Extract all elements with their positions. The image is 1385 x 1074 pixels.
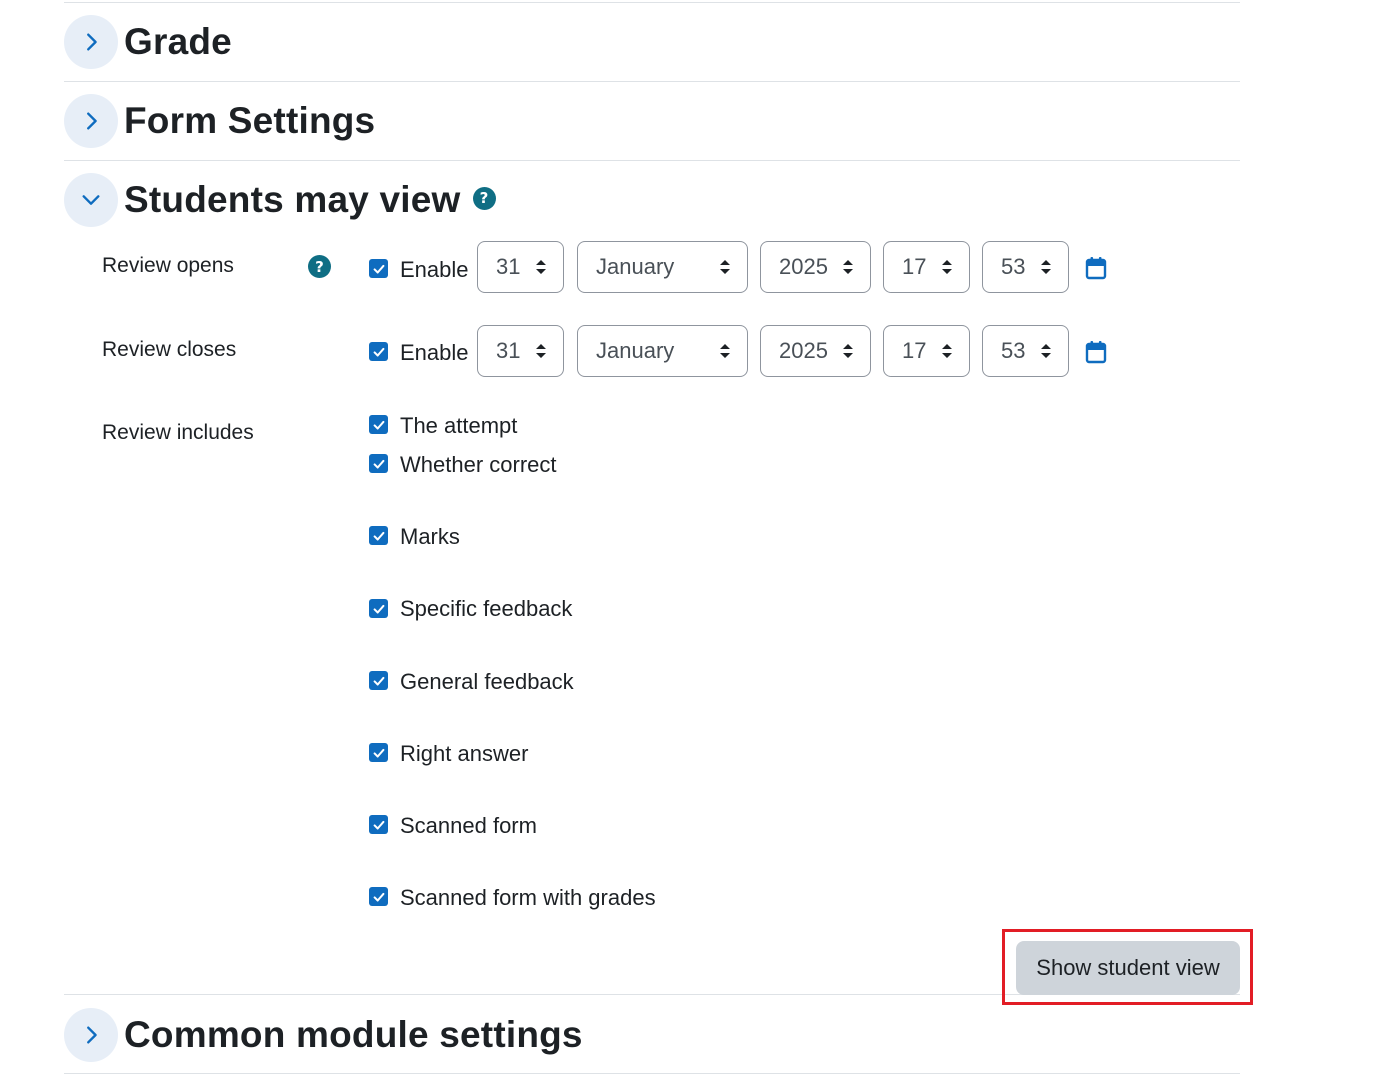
review-opens-year-select[interactable]: 2025: [760, 241, 871, 293]
collapse-toggle[interactable]: [64, 173, 118, 227]
review-closes-year-select[interactable]: 2025: [760, 325, 871, 377]
section-title: Grade: [124, 21, 232, 62]
review-closes-label: Review closes: [102, 338, 237, 361]
review-option-label: General feedback: [400, 669, 574, 694]
review-option-label: Scanned form: [400, 813, 537, 838]
review-option-label: Whether correct: [400, 452, 557, 477]
select-value: 2025: [779, 338, 828, 363]
enable-label: Enable: [400, 257, 469, 282]
sort-arrows-icon: [720, 344, 730, 358]
review-opens-month-select[interactable]: January: [577, 241, 748, 293]
check-icon: [373, 820, 384, 830]
expand-toggle[interactable]: [64, 94, 118, 148]
section-title: Common module settings: [124, 1014, 583, 1055]
check-icon: [373, 347, 384, 357]
review-option-label: Right answer: [400, 741, 529, 766]
check-icon: [373, 604, 384, 614]
review-closes-month-select[interactable]: January: [577, 325, 748, 377]
review-option-checkbox[interactable]: [369, 415, 388, 434]
review-option-label: Scanned form with grades: [400, 885, 656, 910]
section-header-grade[interactable]: Grade: [64, 14, 232, 70]
select-value: 53: [1001, 338, 1026, 363]
sort-arrows-icon: [843, 260, 853, 274]
section-title: Students may view: [124, 179, 461, 220]
help-icon[interactable]: ?: [472, 186, 496, 210]
enable-label: Enable: [400, 340, 469, 365]
select-value: 53: [1001, 254, 1026, 279]
check-icon: [373, 748, 384, 758]
divider: [64, 2, 1240, 3]
check-icon: [373, 676, 384, 686]
review-opens-hour-select[interactable]: 17: [883, 241, 970, 293]
review-option-label: Marks: [400, 524, 460, 549]
review-option-checkbox[interactable]: [369, 887, 388, 906]
review-option-checkbox[interactable]: [369, 815, 388, 834]
check-icon: [373, 264, 384, 274]
review-option-checkbox[interactable]: [369, 454, 388, 473]
section-title: Form Settings: [124, 100, 376, 141]
select-value: 17: [902, 254, 927, 279]
check-icon: [373, 892, 384, 902]
review-closes-hour-select[interactable]: 17: [883, 325, 970, 377]
review-closes-enable-checkbox[interactable]: [369, 342, 388, 361]
review-opens-day-select[interactable]: 31: [477, 241, 564, 293]
review-opens-minute-select[interactable]: 53: [982, 241, 1069, 293]
review-option-label: Specific feedback: [400, 596, 573, 621]
review-option-checkbox[interactable]: [369, 671, 388, 690]
check-icon: [373, 531, 384, 541]
select-value: January: [596, 338, 675, 363]
sort-arrows-icon: [536, 344, 546, 358]
chevron-right-icon: [87, 33, 97, 51]
select-value: January: [596, 254, 675, 279]
review-opens-enable-checkbox[interactable]: [369, 259, 388, 278]
section-header-common-module-settings[interactable]: Common module settings: [64, 1007, 583, 1063]
review-option-label: The attempt: [400, 413, 518, 438]
section-header-students-may-view[interactable]: Students may view ?: [64, 172, 496, 228]
select-value: 2025: [779, 254, 828, 279]
chevron-right-icon: [87, 112, 97, 130]
sort-arrows-icon: [843, 344, 853, 358]
review-option-checkbox[interactable]: [369, 526, 388, 545]
sort-arrows-icon: [1041, 260, 1051, 274]
chevron-down-icon: [82, 195, 100, 205]
expand-toggle[interactable]: [64, 15, 118, 69]
review-opens-label: Review opens: [102, 254, 234, 277]
section-header-form-settings[interactable]: Form Settings: [64, 93, 375, 149]
sort-arrows-icon: [720, 260, 730, 274]
select-value: 31: [496, 254, 521, 279]
sort-arrows-icon: [1041, 344, 1051, 358]
expand-toggle[interactable]: [64, 1008, 118, 1062]
sort-arrows-icon: [942, 260, 952, 274]
divider: [64, 160, 1240, 161]
check-icon: [373, 459, 384, 469]
review-option-checkbox[interactable]: [369, 743, 388, 762]
help-icon[interactable]: ?: [308, 255, 331, 278]
select-value: 17: [902, 338, 927, 363]
review-closes-minute-select[interactable]: 53: [982, 325, 1069, 377]
show-student-view-button[interactable]: Show student view: [1016, 941, 1240, 995]
review-option-checkbox[interactable]: [369, 599, 388, 618]
divider: [64, 81, 1240, 82]
check-icon: [373, 420, 384, 430]
calendar-icon[interactable]: [1085, 340, 1107, 364]
review-includes-label: Review includes: [102, 421, 254, 444]
calendar-icon[interactable]: [1085, 256, 1107, 280]
sort-arrows-icon: [536, 260, 546, 274]
select-value: 31: [496, 338, 521, 363]
review-closes-day-select[interactable]: 31: [477, 325, 564, 377]
chevron-right-icon: [87, 1026, 97, 1044]
sort-arrows-icon: [942, 344, 952, 358]
